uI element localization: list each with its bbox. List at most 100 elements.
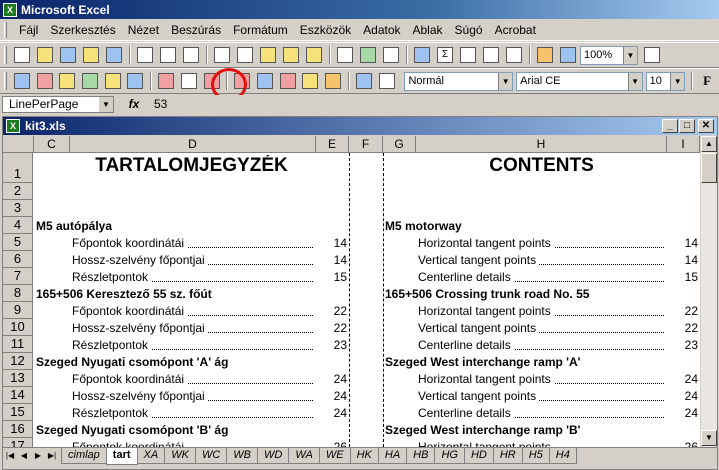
function-button[interactable] xyxy=(457,44,479,66)
vertical-scrollbar[interactable]: ▲ ▼ xyxy=(700,136,717,447)
macro-button-6[interactable] xyxy=(125,70,147,92)
macro-button-13[interactable] xyxy=(322,70,344,92)
sheet-tab-hr[interactable]: HR xyxy=(492,448,523,464)
chevron-down-icon[interactable]: ▼ xyxy=(627,72,642,90)
scroll-down-button[interactable]: ▼ xyxy=(701,430,717,446)
column-header-H[interactable]: H xyxy=(416,136,667,153)
spelling-button[interactable] xyxy=(180,44,202,66)
new-button[interactable] xyxy=(11,44,33,66)
font-size-select[interactable]: 10 ▼ xyxy=(645,71,686,91)
column-header-F[interactable]: F xyxy=(349,136,383,153)
sheet-tab-wb[interactable]: WB xyxy=(226,448,259,464)
prev-sheet-button[interactable]: ◀ xyxy=(17,448,31,464)
copy-button[interactable] xyxy=(234,44,256,66)
sheet-tab-wa[interactable]: WA xyxy=(288,448,320,464)
macro-button-15[interactable] xyxy=(376,70,398,92)
next-sheet-button[interactable]: ▶ xyxy=(31,448,45,464)
chevron-down-icon[interactable]: ▼ xyxy=(99,96,113,112)
open-button[interactable] xyxy=(34,44,56,66)
row-header[interactable]: 15 xyxy=(3,404,33,421)
zoom-select[interactable]: 100% ▼ xyxy=(580,45,638,65)
print-preview-button[interactable] xyxy=(157,44,179,66)
minimize-button[interactable]: _ xyxy=(662,119,678,133)
sheet-tab-tart[interactable]: tart xyxy=(105,448,138,465)
macro-button-11[interactable] xyxy=(277,70,299,92)
fx-icon[interactable]: fx xyxy=(114,97,154,111)
macro-button-2[interactable] xyxy=(34,70,56,92)
sort-descending-button[interactable] xyxy=(503,44,525,66)
row-header[interactable]: 5 xyxy=(3,234,33,251)
menu-item-5[interactable]: Eszközök xyxy=(294,23,357,37)
sort-ascending-button[interactable] xyxy=(480,44,502,66)
menu-item-1[interactable]: Szerkesztés xyxy=(44,23,121,37)
font-select[interactable]: Arial CE ▼ xyxy=(516,71,643,91)
column-header-I[interactable]: I xyxy=(667,136,700,153)
restore-button[interactable]: □ xyxy=(679,119,695,133)
menu-item-6[interactable]: Adatok xyxy=(357,23,406,37)
row-header[interactable]: 10 xyxy=(3,319,33,336)
paste-button[interactable] xyxy=(257,44,279,66)
row-header[interactable]: 14 xyxy=(3,387,33,404)
print-button[interactable] xyxy=(134,44,156,66)
autosum-button[interactable]: Σ xyxy=(434,44,456,66)
row-header[interactable]: 9 xyxy=(3,302,33,319)
menu-item-2[interactable]: Nézet xyxy=(122,23,165,37)
row-header[interactable]: 4 xyxy=(3,217,33,234)
row-header[interactable]: 3 xyxy=(3,200,33,217)
chevron-down-icon[interactable]: ▼ xyxy=(498,72,513,90)
row-header[interactable]: 11 xyxy=(3,336,33,353)
chart-wizard-button[interactable] xyxy=(534,44,556,66)
menu-item-0[interactable]: Fájl xyxy=(13,23,44,37)
sheet-tab-wd[interactable]: WD xyxy=(257,448,290,464)
last-sheet-button[interactable]: ▶| xyxy=(45,448,59,464)
row-header[interactable]: 17 xyxy=(3,438,33,447)
name-box[interactable]: LinePerPage ▼ xyxy=(2,95,114,113)
cut-button[interactable] xyxy=(211,44,233,66)
first-sheet-button[interactable]: |◀ xyxy=(3,448,17,464)
scroll-thumb[interactable] xyxy=(701,153,717,183)
save-button[interactable] xyxy=(57,44,79,66)
row-header[interactable]: 16 xyxy=(3,421,33,438)
chevron-down-icon[interactable]: ▼ xyxy=(623,46,637,64)
toolbar-grip[interactable] xyxy=(4,72,7,90)
mail-button[interactable] xyxy=(80,44,102,66)
menu-item-3[interactable]: Beszúrás xyxy=(165,23,227,37)
sheet-tab-hg[interactable]: HG xyxy=(434,448,465,464)
macro-button-12[interactable] xyxy=(300,70,322,92)
help-button[interactable] xyxy=(641,44,663,66)
close-button[interactable]: ✕ xyxy=(698,119,714,133)
sheet-tab-hb[interactable]: HB xyxy=(406,448,436,464)
sheet-tab-xa[interactable]: XA xyxy=(136,448,166,464)
row-header[interactable]: 1 xyxy=(3,153,33,183)
sheet-tab-h5[interactable]: H5 xyxy=(521,448,550,464)
menu-item-4[interactable]: Formátum xyxy=(227,23,294,37)
row-header[interactable]: 6 xyxy=(3,251,33,268)
row-header[interactable]: 8 xyxy=(3,285,33,302)
chevron-down-icon[interactable]: ▼ xyxy=(670,72,685,90)
redo-button[interactable] xyxy=(380,44,402,66)
bold-button[interactable]: F xyxy=(696,70,718,92)
excel-tool-button[interactable] xyxy=(357,44,379,66)
menu-item-9[interactable]: Acrobat xyxy=(489,23,542,37)
drawing-button[interactable] xyxy=(557,44,579,66)
row-header[interactable]: 2 xyxy=(3,183,33,200)
select-all-corner[interactable] xyxy=(3,136,34,153)
row-header[interactable]: 12 xyxy=(3,353,33,370)
sheet-tab-we[interactable]: WE xyxy=(318,448,351,464)
column-header-D[interactable]: D xyxy=(70,136,316,153)
sheet-tab-cimlap[interactable]: cimlap xyxy=(61,448,107,464)
sheet-tab-ha[interactable]: HA xyxy=(377,448,408,464)
column-header-E[interactable]: E xyxy=(316,136,349,153)
spreadsheet-grid[interactable]: C D E F G H I 1 TARTALOMJEGYZÉK CONTENTS 2 3 4 M5 aut… xyxy=(3,136,700,447)
formula-input[interactable]: 53 xyxy=(154,97,167,111)
format-painter-button[interactable] xyxy=(303,44,325,66)
sheet-tab-hd[interactable]: HD xyxy=(463,448,494,464)
macro-button-10[interactable] xyxy=(254,70,276,92)
sheet-tab-hk[interactable]: HK xyxy=(349,448,379,464)
macro-button-1[interactable] xyxy=(11,70,33,92)
row-header[interactable]: 13 xyxy=(3,370,33,387)
macro-button-7[interactable] xyxy=(155,70,177,92)
macro-button-5[interactable] xyxy=(102,70,124,92)
menu-item-8[interactable]: Súgó xyxy=(449,23,489,37)
hyperlink-button[interactable] xyxy=(411,44,433,66)
